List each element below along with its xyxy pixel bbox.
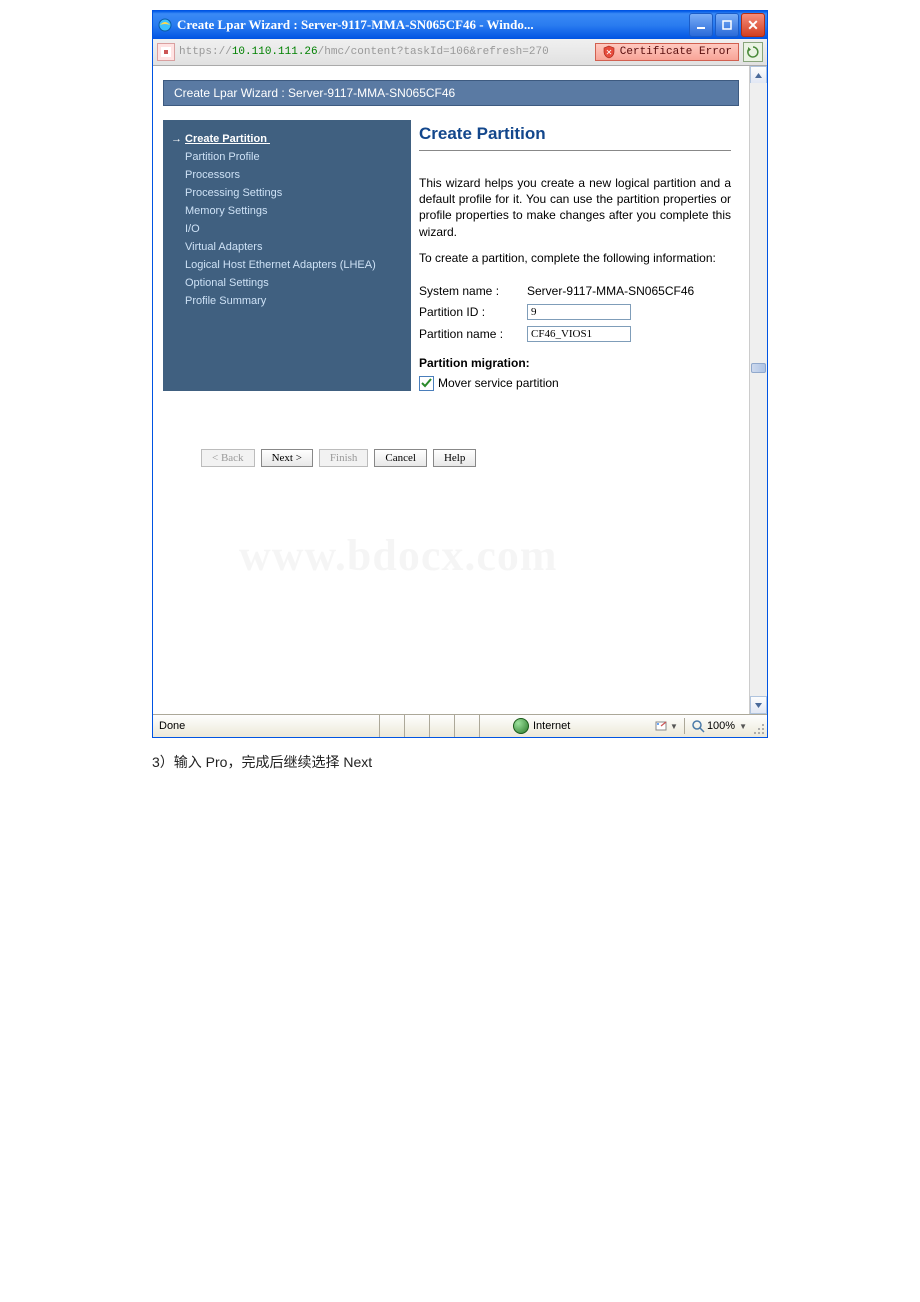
label-partition-id: Partition ID : — [419, 305, 527, 319]
titlebar: Create Lpar Wizard : Server-9117-MMA-SN0… — [153, 11, 767, 39]
status-bar: Done Internet ▼ 100% ▼ — [153, 714, 767, 737]
main-heading: Create Partition — [419, 120, 731, 151]
wizard-main: Create Partition This wizard helps you c… — [411, 120, 739, 391]
finish-button[interactable]: Finish — [319, 449, 369, 467]
internet-zone-icon — [513, 718, 529, 734]
zoom-value[interactable]: 100% — [707, 720, 735, 732]
watermark: www.bdocx.com — [239, 530, 558, 581]
minimize-button[interactable] — [689, 13, 713, 37]
refresh-icon[interactable] — [743, 42, 763, 62]
migration-heading: Partition migration: — [419, 356, 731, 370]
maximize-button[interactable] — [715, 13, 739, 37]
next-button[interactable]: Next > — [261, 449, 313, 467]
label-mover-service: Mover service partition — [438, 376, 559, 390]
back-button[interactable]: < Back — [201, 449, 255, 467]
url-text[interactable]: https://10.110.111.26/hmc/content?taskId… — [179, 46, 591, 58]
protected-mode-icon[interactable] — [654, 719, 668, 733]
nav-profile-summary[interactable]: Profile Summary — [171, 292, 407, 310]
label-system-name: System name : — [419, 284, 527, 298]
nav-processing-settings[interactable]: Processing Settings — [171, 184, 407, 202]
zoom-dropdown-icon[interactable]: ▼ — [739, 722, 747, 731]
resize-grip-icon[interactable] — [751, 721, 767, 737]
certificate-error-badge[interactable]: ✕ Certificate Error — [595, 43, 739, 61]
help-button[interactable]: Help — [433, 449, 476, 467]
scroll-down-icon[interactable] — [750, 696, 767, 714]
address-bar: https://10.110.111.26/hmc/content?taskId… — [153, 39, 767, 66]
content-area: Create Lpar Wizard : Server-9117-MMA-SN0… — [153, 66, 749, 714]
intro-text-2: To create a partition, complete the foll… — [419, 250, 731, 266]
nav-optional-settings[interactable]: Optional Settings — [171, 274, 407, 292]
window-title: Create Lpar Wizard : Server-9117-MMA-SN0… — [177, 17, 689, 33]
close-button[interactable]: ✕ — [741, 13, 765, 37]
status-done: Done — [153, 715, 380, 737]
intro-text-1: This wizard helps you create a new logic… — [419, 175, 731, 240]
hmc-header: Create Lpar Wizard : Server-9117-MMA-SN0… — [163, 80, 739, 106]
status-cell — [380, 715, 405, 737]
wizard-buttons: < Back Next > Finish Cancel Help — [163, 449, 739, 467]
wizard-nav: →Create Partition Partition Profile Proc… — [163, 120, 411, 391]
input-partition-id[interactable] — [527, 304, 631, 320]
nav-virtual-adapters[interactable]: Virtual Adapters — [171, 238, 407, 256]
label-partition-name: Partition name : — [419, 327, 527, 341]
nav-create-partition[interactable]: →Create Partition — [171, 130, 407, 148]
ie-window: Create Lpar Wizard : Server-9117-MMA-SN0… — [152, 10, 768, 738]
scroll-thumb[interactable] — [751, 363, 766, 373]
ie-logo-icon — [157, 17, 173, 33]
zoom-icon[interactable] — [691, 719, 705, 733]
nav-io[interactable]: I/O — [171, 220, 407, 238]
caption-text: 3）输入 Pro，完成后继续选择 Next — [152, 752, 768, 772]
zone-text: Internet — [533, 720, 570, 732]
dropdown-icon[interactable]: ▼ — [670, 722, 678, 731]
nav-lhea[interactable]: Logical Host Ethernet Adapters (LHEA) — [171, 256, 407, 274]
vertical-scrollbar[interactable] — [749, 66, 767, 714]
nav-memory-settings[interactable]: Memory Settings — [171, 202, 407, 220]
value-system-name: Server-9117-MMA-SN065CF46 — [527, 284, 694, 298]
favicon-icon — [157, 43, 175, 61]
svg-text:✕: ✕ — [605, 48, 612, 57]
status-cell — [405, 715, 430, 737]
scroll-up-icon[interactable] — [750, 66, 767, 84]
nav-processors[interactable]: Processors — [171, 166, 407, 184]
checkbox-mover-service[interactable] — [419, 376, 434, 391]
nav-partition-profile[interactable]: Partition Profile — [171, 148, 407, 166]
shield-icon: ✕ — [602, 45, 616, 59]
cancel-button[interactable]: Cancel — [374, 449, 427, 467]
status-cell — [430, 715, 455, 737]
status-cell — [455, 715, 480, 737]
input-partition-name[interactable] — [527, 326, 631, 342]
